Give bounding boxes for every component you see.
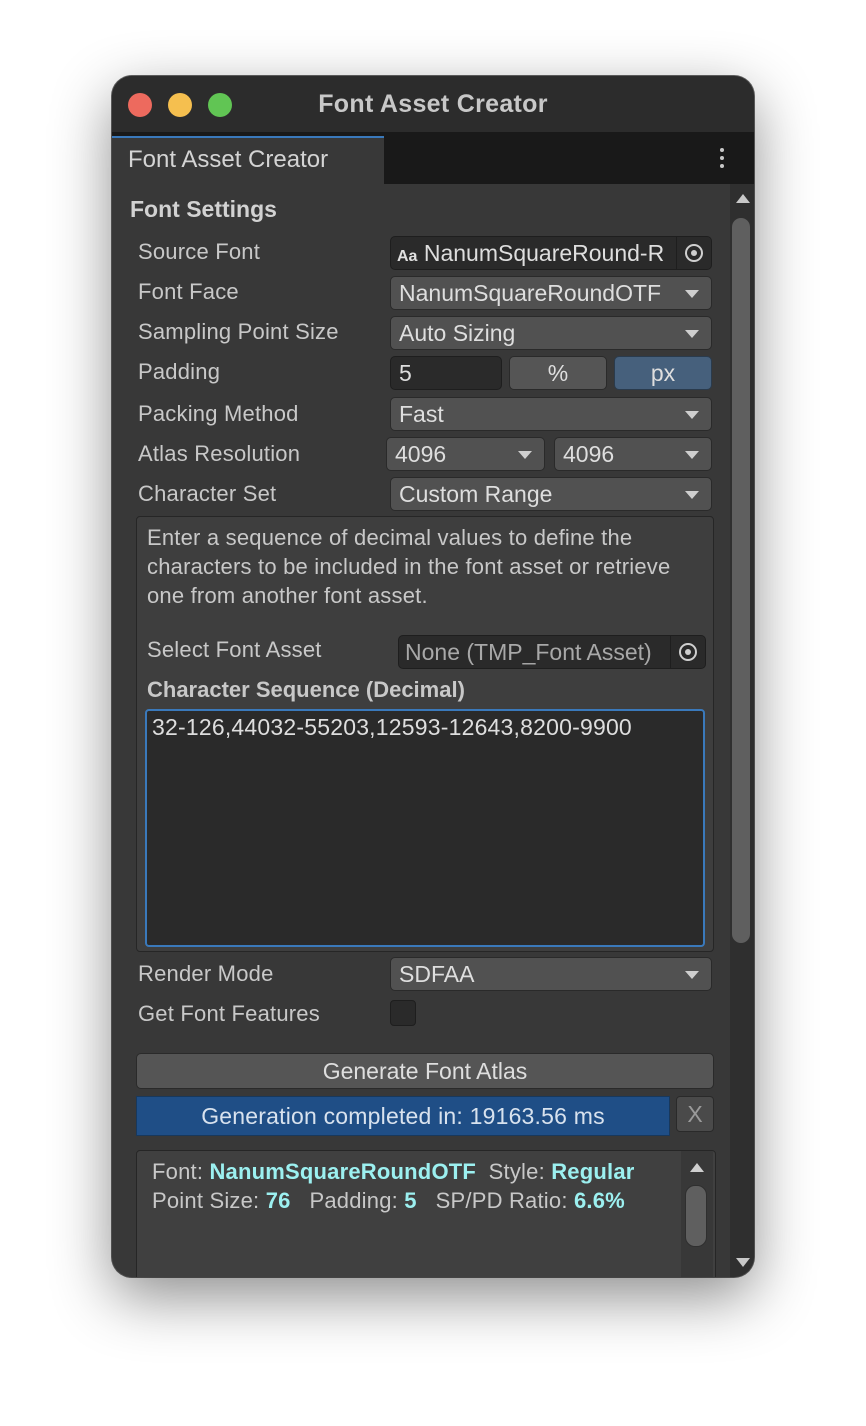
- get-font-features-checkbox[interactable]: [390, 1000, 416, 1026]
- source-font-label: Source Font: [138, 239, 261, 264]
- padding-info-value: 5: [404, 1188, 417, 1213]
- object-picker-icon[interactable]: [670, 636, 705, 668]
- chevron-down-icon: [685, 491, 699, 499]
- atlas-width-value: 4096: [395, 441, 447, 467]
- render-mode-value: SDFAA: [399, 961, 475, 987]
- point-size-label: Point Size:: [152, 1188, 260, 1213]
- padding-px-button[interactable]: px: [614, 356, 712, 390]
- chevron-down-icon: [518, 451, 532, 459]
- ratio-value: 6.6%: [573, 1188, 625, 1213]
- font-face-label: Font Face: [138, 279, 239, 304]
- font-face-dropdown[interactable]: NanumSquareRoundOTF: [390, 276, 712, 310]
- generate-font-atlas-button[interactable]: Generate Font Atlas: [136, 1053, 714, 1089]
- packing-method-dropdown[interactable]: Fast: [390, 397, 712, 431]
- character-sequence-textarea[interactable]: 32-126,44032-55203,12593-12643,8200-9900: [145, 709, 705, 947]
- character-set-dropdown[interactable]: Custom Range: [390, 477, 712, 511]
- scroll-down-arrow-icon[interactable]: [736, 1258, 750, 1267]
- title-bar: Font Asset Creator: [112, 76, 754, 132]
- select-font-asset-label: Select Font Asset: [147, 637, 322, 662]
- ratio-label: SP/PD Ratio:: [435, 1188, 568, 1213]
- atlas-width-dropdown[interactable]: 4096: [386, 437, 545, 471]
- padding-input[interactable]: 5: [390, 356, 502, 390]
- font-name-value: NanumSquareRoundOTF: [209, 1159, 477, 1184]
- packing-method-value: Fast: [399, 401, 444, 427]
- atlas-height-dropdown[interactable]: 4096: [554, 437, 712, 471]
- font-label: Font:: [152, 1159, 204, 1184]
- source-font-value: NanumSquareRound-R: [423, 240, 665, 266]
- render-mode-dropdown[interactable]: SDFAA: [390, 957, 712, 991]
- chevron-down-icon: [685, 411, 699, 419]
- sampling-point-size-dropdown[interactable]: Auto Sizing: [390, 316, 712, 350]
- section-title: Font Settings: [130, 196, 277, 222]
- font-info-text: Font: NanumSquareRoundOTF Style: Regular…: [152, 1157, 672, 1215]
- font-asset-creator-window: Font Asset Creator Font Asset Creator Fo…: [112, 76, 754, 1277]
- atlas-resolution-label: Atlas Resolution: [138, 441, 301, 466]
- character-set-value: Custom Range: [399, 481, 553, 507]
- packing-method-label: Packing Method: [138, 401, 299, 426]
- info-scrollbar-thumb[interactable]: [685, 1185, 707, 1247]
- sampling-point-size-label: Sampling Point Size: [138, 319, 339, 344]
- tab-font-asset-creator[interactable]: Font Asset Creator: [112, 136, 384, 184]
- render-mode-label: Render Mode: [138, 961, 274, 986]
- kebab-menu-icon[interactable]: [716, 148, 728, 172]
- tab-strip: Font Asset Creator: [112, 132, 754, 184]
- character-set-label: Character Set: [138, 481, 277, 506]
- font-info-box: Font: NanumSquareRoundOTF Style: Regular…: [136, 1150, 716, 1277]
- window-title: Font Asset Creator: [318, 90, 548, 118]
- scroll-up-arrow-icon[interactable]: [690, 1163, 704, 1172]
- source-font-field[interactable]: Aa NanumSquareRound-R: [390, 236, 712, 270]
- style-label: Style:: [488, 1159, 545, 1184]
- select-font-asset-value: None (TMP_Font Asset): [405, 639, 652, 665]
- custom-range-box: Enter a sequence of decimal values to de…: [136, 516, 714, 952]
- font-asset-icon: Aa: [397, 248, 418, 265]
- padding-percent-button[interactable]: %: [509, 356, 607, 390]
- generation-progress-bar: Generation completed in: 19163.56 ms: [136, 1096, 670, 1136]
- atlas-height-value: 4096: [563, 441, 615, 467]
- character-sequence-label: Character Sequence (Decimal): [147, 677, 465, 702]
- chevron-down-icon: [685, 330, 699, 338]
- object-picker-icon[interactable]: [676, 237, 711, 269]
- help-text: Enter a sequence of decimal values to de…: [147, 525, 671, 608]
- chevron-down-icon: [685, 290, 699, 298]
- chevron-down-icon: [685, 971, 699, 979]
- font-face-value: NanumSquareRoundOTF: [399, 280, 662, 306]
- padding-info-label: Padding:: [309, 1188, 398, 1213]
- scrollbar-thumb[interactable]: [732, 218, 750, 943]
- clear-progress-button[interactable]: X: [676, 1096, 714, 1132]
- select-font-asset-field[interactable]: None (TMP_Font Asset): [398, 635, 706, 669]
- vertical-scrollbar[interactable]: [730, 184, 754, 1277]
- sampling-point-size-value: Auto Sizing: [399, 320, 516, 346]
- info-scrollbar[interactable]: [681, 1151, 713, 1277]
- get-font-features-label: Get Font Features: [138, 1001, 320, 1026]
- padding-label: Padding: [138, 359, 221, 384]
- point-size-value: 76: [265, 1188, 291, 1213]
- style-value: Regular: [551, 1159, 635, 1184]
- chevron-down-icon: [685, 451, 699, 459]
- scroll-up-arrow-icon[interactable]: [736, 194, 750, 203]
